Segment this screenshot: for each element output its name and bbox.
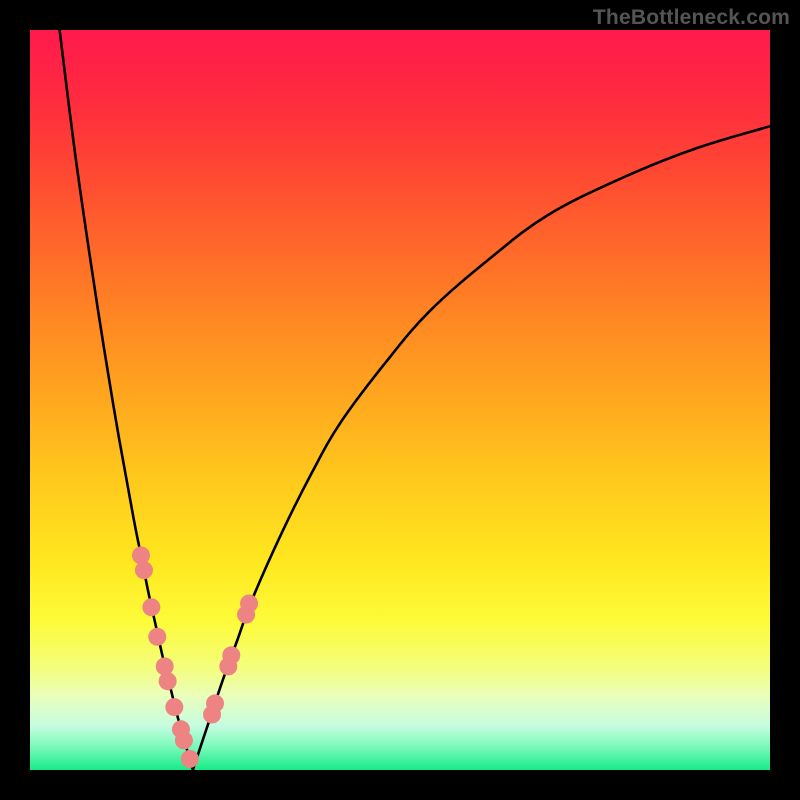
data-marker	[142, 598, 160, 616]
chart-svg	[30, 30, 770, 770]
data-marker	[222, 646, 240, 664]
data-marker	[156, 657, 174, 675]
data-marker	[175, 731, 193, 749]
data-marker	[148, 628, 166, 646]
plot-area	[30, 30, 770, 770]
chart-container: TheBottleneck.com	[0, 0, 800, 800]
data-marker	[240, 595, 258, 613]
data-marker	[132, 546, 150, 564]
watermark-text: TheBottleneck.com	[593, 6, 790, 30]
data-marker	[206, 694, 224, 712]
right-curve	[193, 126, 770, 770]
marker-group	[132, 546, 258, 768]
data-marker	[165, 698, 183, 716]
data-marker	[159, 672, 177, 690]
data-marker	[135, 561, 153, 579]
left-curve	[60, 30, 193, 770]
data-marker	[181, 750, 199, 768]
